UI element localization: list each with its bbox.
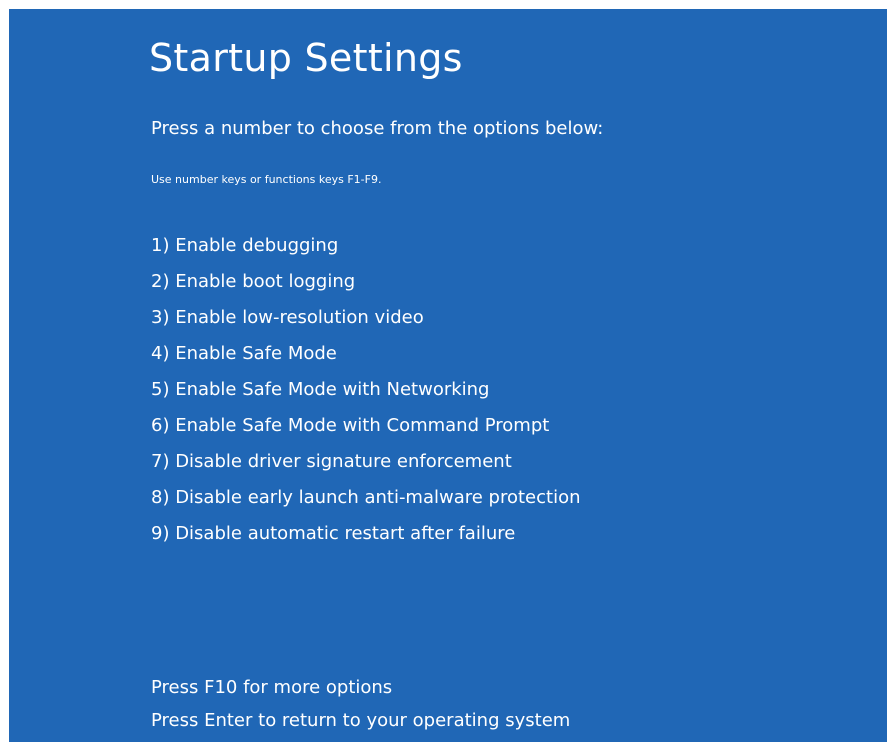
more-options-prompt[interactable]: Press F10 for more options	[151, 675, 570, 708]
option-enable-safe-mode-command-prompt[interactable]: 6) Enable Safe Mode with Command Prompt	[151, 413, 581, 449]
option-disable-automatic-restart[interactable]: 9) Disable automatic restart after failu…	[151, 521, 581, 557]
option-disable-driver-signature-enforcement[interactable]: 7) Disable driver signature enforcement	[151, 449, 581, 485]
option-enable-boot-logging[interactable]: 2) Enable boot logging	[151, 269, 581, 305]
option-disable-early-launch-anti-malware[interactable]: 8) Disable early launch anti-malware pro…	[151, 485, 581, 521]
page-title: Startup Settings	[149, 36, 463, 80]
instructions-text: Press a number to choose from the option…	[151, 118, 604, 139]
option-enable-safe-mode[interactable]: 4) Enable Safe Mode	[151, 341, 581, 377]
startup-options-list: 1) Enable debugging 2) Enable boot loggi…	[151, 233, 581, 557]
footer-options: Press F10 for more options Press Enter t…	[151, 675, 570, 741]
startup-settings-screen: Startup Settings Press a number to choos…	[9, 9, 887, 742]
return-to-os-prompt[interactable]: Press Enter to return to your operating …	[151, 708, 570, 741]
option-enable-safe-mode-networking[interactable]: 5) Enable Safe Mode with Networking	[151, 377, 581, 413]
option-enable-debugging[interactable]: 1) Enable debugging	[151, 233, 581, 269]
key-hint-text: Use number keys or functions keys F1-F9.	[151, 173, 382, 186]
option-enable-low-resolution-video[interactable]: 3) Enable low-resolution video	[151, 305, 581, 341]
